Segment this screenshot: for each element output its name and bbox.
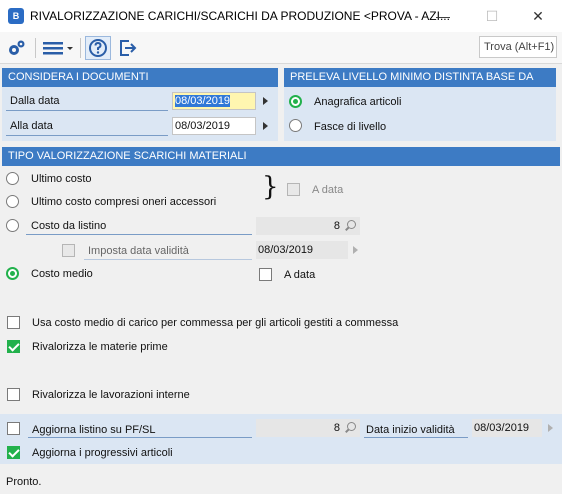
aggiorna-listino-label: Aggiorna listino su PF/SL [32,424,156,436]
a-data-1-label: A data [312,184,344,196]
lavorazioni-label: Rivalorizza le lavorazioni interne [32,389,190,401]
ultimo-costo-radio[interactable] [6,172,19,185]
costo-listino-underline [26,234,252,235]
imposta-data-label: Imposta data validità [88,245,189,257]
ultimo-costo-label: Ultimo costo [31,173,92,185]
materie-prime-label: Rivalorizza le materie prime [32,341,168,353]
costo-listino-radio[interactable] [6,219,19,232]
a-data-2-label: A data [284,269,316,281]
a-data-1-checkbox[interactable] [287,183,300,196]
to-date-label: Alla data [10,120,53,132]
search-input[interactable]: Trova (Alt+F1) [479,36,557,58]
status-text: Pronto. [6,476,42,488]
arrow-right-icon [547,424,553,432]
help-button[interactable] [85,36,111,60]
costo-medio-commessa-checkbox[interactable] [7,316,20,329]
data-inizio-field[interactable]: 08/03/2019 [472,419,542,437]
toolbar [0,32,562,64]
arrow-right-icon [262,97,268,105]
arrow-right-icon [262,122,268,130]
lavorazioni-checkbox[interactable] [7,388,20,401]
menu-button[interactable] [40,36,76,60]
from-date-picker-button[interactable] [258,92,272,110]
ultimo-costo-oneri-label: Ultimo costo compresi oneri accessori [31,196,217,208]
from-date-label: Dalla data [10,95,60,107]
from-date-field[interactable]: 08/03/2019 [172,92,256,110]
from-date-underline [6,110,168,111]
progressivi-label: Aggiorna i progressivi articoli [32,447,173,459]
costo-medio-radio[interactable] [6,267,19,280]
hamburger-menu-icon [43,42,73,55]
ultimo-costo-oneri-radio[interactable] [6,195,19,208]
exit-icon [120,40,137,56]
aggiorna-listino-underline [28,437,252,438]
data-inizio-underline [364,437,468,438]
title-bar: B RIVALORIZZAZIONE CARICHI/SCARICHI DA P… [0,0,562,32]
materie-prime-checkbox[interactable] [7,340,20,353]
costo-medio-commessa-label: Usa costo medio di carico per commessa p… [32,317,399,329]
maximize-button[interactable]: ☐ [470,4,514,28]
imposta-data-checkbox[interactable] [62,244,75,257]
documents-header: CONSIDERA I DOCUMENTI [2,68,278,87]
search-icon[interactable] [347,422,356,431]
fasce-livello-radio[interactable] [289,119,302,132]
status-bar: Pronto. [0,470,562,494]
to-date-underline [6,135,168,136]
data-inizio-label: Data inizio validità [366,424,455,436]
toolbar-separator [35,38,36,58]
to-date-picker-button[interactable] [258,117,272,135]
gears-icon [9,40,25,55]
data-inizio-picker-button[interactable] [543,419,557,437]
imposta-data-picker-button[interactable] [348,241,362,259]
arrow-right-icon [352,246,358,254]
valuation-header: TIPO VALORIZZAZIONE SCARICHI MATERIALI [2,147,560,166]
aggiorna-listino-checkbox[interactable] [7,422,20,435]
a-data-2-checkbox[interactable] [259,268,272,281]
close-button[interactable]: ✕ [516,4,560,28]
progressivi-checkbox[interactable] [7,446,20,459]
aggiorna-listino-field[interactable]: 8 [256,419,360,437]
exit-button[interactable] [116,36,140,60]
app-icon: B [8,8,24,24]
settings-gears-button[interactable] [5,36,29,60]
imposta-data-underline [84,259,252,260]
help-icon [89,39,107,57]
costo-medio-label: Costo medio [31,268,93,280]
minimize-button[interactable]: — [421,4,465,28]
costo-listino-label: Costo da listino [31,220,107,232]
window-title: RIVALORIZZAZIONE CARICHI/SCARICHI DA PRO… [30,9,450,23]
toolbar-separator [80,38,81,58]
anagrafica-articoli-label: Anagrafica articoli [314,96,402,108]
to-date-field[interactable]: 08/03/2019 [172,117,256,135]
search-icon[interactable] [347,220,356,229]
anagrafica-articoli-radio[interactable] [289,95,302,108]
min-level-header: PRELEVA LIVELLO MINIMO DISTINTA BASE DA [284,68,556,87]
imposta-data-field[interactable]: 08/03/2019 [256,241,348,259]
brace-glyph: } [262,172,279,202]
fasce-livello-label: Fasce di livello [314,121,387,133]
listino-field[interactable]: 8 [256,217,360,235]
